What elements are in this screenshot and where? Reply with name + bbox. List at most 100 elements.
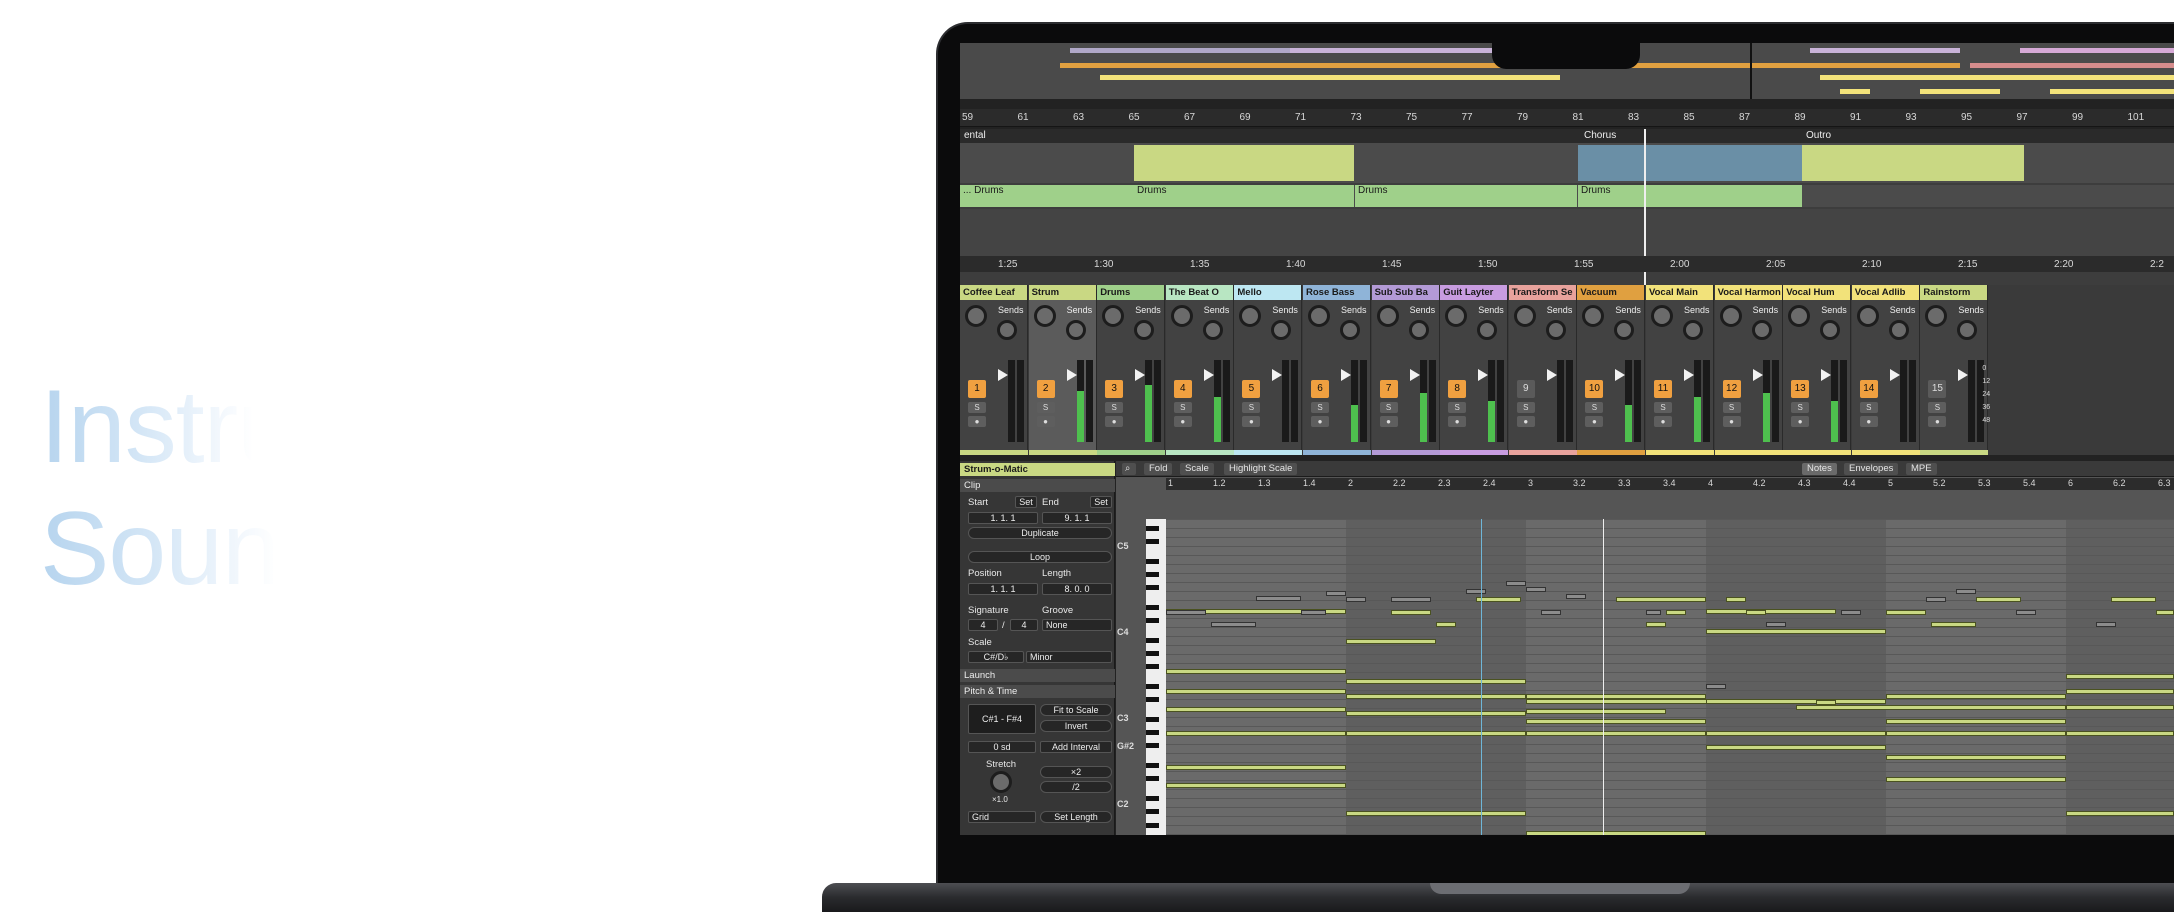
midi-note[interactable] [1166, 765, 1346, 770]
midi-note[interactable] [1526, 587, 1546, 592]
midi-note[interactable] [2066, 674, 2174, 679]
midi-note[interactable] [1616, 597, 1706, 602]
arm-button[interactable]: ● [1242, 416, 1261, 427]
solo-button[interactable]: S [1036, 402, 1055, 413]
clip-drums-3[interactable]: Drums [1355, 185, 1577, 207]
loop-button[interactable]: Loop [968, 551, 1112, 563]
midi-note[interactable] [1706, 629, 1886, 634]
midi-note[interactable] [1256, 596, 1301, 601]
midi-note[interactable] [1326, 591, 1346, 596]
arm-button[interactable]: ● [1036, 416, 1055, 427]
piano-roll-ruler[interactable]: 1 1.2 1.3 1.4 2 2.2 2.3 2.4 3 3.2 3.3 3.4 4 4.2 4.3 4.4… [1166, 478, 2174, 490]
send-b-knob[interactable] [1545, 320, 1566, 340]
midi-note[interactable] [1886, 694, 2066, 699]
arm-button[interactable]: ● [1859, 416, 1878, 427]
arm-button[interactable]: ● [1654, 416, 1672, 427]
midi-note[interactable] [1506, 581, 1526, 586]
bar-ruler[interactable]: 59 61 63 65 67 69 71 73 75 77 79 81 83 85 87 89 91 93 95 97… [960, 109, 2174, 127]
solo-button[interactable]: S [1722, 402, 1741, 413]
tab-mpe[interactable]: MPE [1906, 463, 1937, 475]
track-name[interactable]: Drums [1097, 285, 1165, 300]
midi-note[interactable] [1931, 622, 1976, 627]
clip-title[interactable]: Strum-o-Matic [960, 463, 1115, 476]
clip-launch-button[interactable] [1341, 369, 1351, 381]
midi-note[interactable] [1566, 594, 1586, 599]
scale-root-select[interactable]: C#/D♭ [968, 651, 1024, 663]
midi-note[interactable] [1886, 731, 2066, 736]
clip-launch-button[interactable] [1615, 369, 1626, 381]
semitone-field[interactable]: 0 sd [968, 741, 1036, 753]
track-activator[interactable]: 7 [1379, 380, 1398, 398]
clip-drums-4[interactable]: Drums [1578, 185, 1802, 207]
send-a-knob[interactable] [1856, 305, 1879, 327]
solo-button[interactable]: S [1242, 402, 1261, 413]
send-a-knob[interactable] [1513, 305, 1536, 327]
black-key[interactable] [1146, 604, 1159, 610]
search-icon[interactable]: ⌕ [1122, 463, 1136, 475]
track-name[interactable]: Vocal Harmon [1714, 285, 1782, 300]
arm-button[interactable]: ● [968, 416, 986, 427]
black-key[interactable] [1146, 776, 1159, 782]
clip-launch-button[interactable] [1066, 369, 1077, 381]
midi-note[interactable] [1476, 597, 1521, 602]
track-activator[interactable]: 9 [1516, 380, 1535, 398]
clip-launch-button[interactable] [1546, 369, 1557, 381]
midi-note[interactable] [1746, 610, 1766, 615]
send-b-knob[interactable] [1202, 320, 1223, 340]
highlight-scale-toggle[interactable]: Highlight Scale [1224, 463, 1298, 475]
midi-note[interactable] [1166, 610, 1206, 615]
midi-note[interactable] [1886, 719, 2066, 724]
black-key[interactable] [1146, 585, 1159, 590]
midi-note[interactable] [1706, 609, 1836, 614]
clip-section-header[interactable]: Clip [960, 479, 1115, 492]
invert-button[interactable]: Invert [1040, 720, 1112, 732]
clip-strum-outro[interactable] [1802, 145, 2024, 181]
track-name[interactable]: Guit Layter [1440, 285, 1508, 300]
arm-button[interactable]: ● [1448, 416, 1467, 427]
midi-note[interactable] [1391, 610, 1431, 615]
midi-note[interactable] [1646, 622, 1666, 627]
black-key[interactable] [1146, 796, 1159, 802]
midi-note[interactable] [1706, 684, 1726, 689]
send-b-knob[interactable] [1408, 320, 1429, 340]
groove-select[interactable]: None [1042, 619, 1112, 631]
scale-button[interactable]: Scale [1180, 463, 1214, 475]
track-activator[interactable]: 8 [1448, 380, 1467, 398]
midi-note[interactable] [1706, 731, 1886, 736]
duplicate-button[interactable]: Duplicate [968, 527, 1112, 539]
arm-button[interactable]: ● [1791, 416, 1810, 427]
midi-note[interactable] [1436, 622, 1456, 627]
track-activator[interactable]: 1 [968, 380, 986, 398]
solo-button[interactable]: S [1105, 402, 1124, 413]
send-a-knob[interactable] [1239, 305, 1262, 327]
arrangement-view[interactable]: ental Chorus Outro ... Drums Drums Drums… [960, 129, 2174, 299]
track-name[interactable]: Sub Sub Ba [1371, 285, 1439, 300]
send-b-knob[interactable] [997, 320, 1017, 340]
midi-note[interactable] [1526, 694, 1706, 699]
midi-note[interactable] [1816, 700, 1836, 705]
track-activator[interactable]: 11 [1654, 380, 1672, 398]
midi-note[interactable] [1926, 597, 1946, 602]
black-key[interactable] [1146, 525, 1159, 531]
end-set-button[interactable]: Set [1090, 496, 1112, 508]
track-activator[interactable]: 15 [1928, 380, 1947, 398]
clip-launch-button[interactable] [998, 369, 1008, 381]
midi-note[interactable] [1166, 689, 1346, 694]
midi-note[interactable] [1346, 694, 1526, 699]
arm-button[interactable]: ● [1722, 416, 1741, 427]
note-grid[interactable] [1166, 519, 2174, 835]
track-name[interactable]: Rose Bass [1303, 285, 1370, 300]
arm-button[interactable]: ● [1585, 416, 1604, 427]
track-name[interactable]: Vocal Main [1646, 285, 1713, 300]
time-ruler[interactable]: 1:25 1:30 1:35 1:40 1:45 1:50 1:55 2:00 2:05 2:10… [960, 256, 2174, 272]
midi-note[interactable] [1346, 711, 1526, 716]
black-key[interactable] [1146, 571, 1159, 577]
midi-note[interactable] [1346, 731, 1526, 736]
clip-strum-chorus[interactable] [1578, 145, 1802, 181]
start-field[interactable]: 1. 1. 1 [968, 512, 1038, 524]
midi-note[interactable] [1166, 731, 1346, 736]
track-name[interactable]: The Beat O [1165, 285, 1233, 300]
midi-note[interactable] [1956, 589, 1976, 594]
midi-note[interactable] [2111, 597, 2156, 602]
track-name[interactable]: Transform Se [1508, 285, 1576, 300]
